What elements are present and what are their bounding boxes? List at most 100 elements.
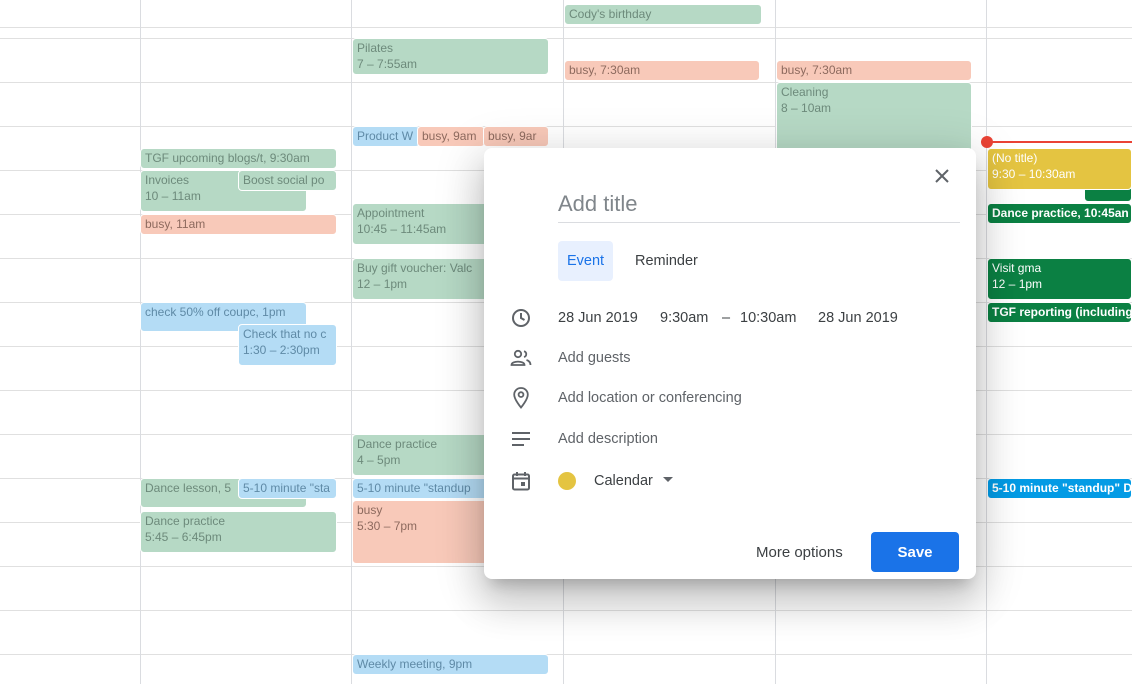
- add-description-label[interactable]: Add description: [558, 431, 658, 447]
- event-product-w[interactable]: Product W: [352, 126, 420, 147]
- event-time: , 7:30am: [805, 63, 853, 77]
- event-title: Pilates: [357, 41, 394, 55]
- event-time: , 10:45an: [1077, 206, 1129, 220]
- event-appointment[interactable]: Appointment 10:45 – 11:45am: [352, 203, 492, 245]
- more-options-button[interactable]: More options: [746, 532, 853, 572]
- event-title: Boost social po: [243, 173, 325, 187]
- event-boost-social[interactable]: Boost social po: [238, 170, 337, 191]
- event-busy[interactable]: busy, 9ar: [483, 126, 549, 147]
- event-title: busy: [569, 63, 594, 77]
- day-column-divider: [986, 0, 987, 684]
- tab-event[interactable]: Event: [558, 241, 614, 281]
- event-dance-practice[interactable]: Dance practice 5:45 – 6:45pm: [140, 511, 337, 553]
- guests-row[interactable]: Add guests: [484, 346, 976, 370]
- event-busy[interactable]: busy, 11am: [140, 214, 337, 235]
- calendar-select[interactable]: Calendar: [594, 473, 653, 489]
- event-tgf-upcoming[interactable]: TGF upcoming blogs/t, 9:30am: [140, 148, 337, 169]
- close-icon: [935, 169, 949, 183]
- save-button[interactable]: Save: [871, 532, 959, 572]
- event-weekly-meeting[interactable]: Weekly meeting, 9pm: [352, 654, 549, 675]
- current-time-line: [987, 141, 1132, 143]
- event-time: 5:30 – 7pm: [357, 519, 418, 533]
- title-input[interactable]: [558, 186, 960, 223]
- calendar-row: Calendar: [484, 469, 976, 493]
- time-separator: –: [722, 310, 731, 326]
- tab-reminder[interactable]: Reminder: [626, 241, 707, 281]
- event-busy[interactable]: busy 5:30 – 7pm: [352, 500, 492, 564]
- event-dance-practice[interactable]: Dance practice, 10:45an: [987, 203, 1132, 224]
- event-time: 10:45 – 11:45am: [357, 222, 447, 236]
- event-time: , 9pm: [442, 657, 473, 671]
- event-title: Dance practice: [992, 206, 1078, 220]
- event-title: busy: [781, 63, 806, 77]
- location-row[interactable]: Add location or conferencing: [484, 386, 976, 410]
- event-title: Buy gift voucher: Valc: [357, 261, 473, 275]
- end-time[interactable]: 10:30am: [740, 310, 796, 326]
- event-title: Visit gma: [992, 261, 1042, 275]
- event-time: , 1pm: [255, 305, 286, 319]
- current-time-dot: [981, 136, 993, 148]
- grid-line: [0, 38, 1132, 39]
- event-pilates[interactable]: Pilates 7 – 7:55am: [352, 38, 549, 75]
- grid-line: [0, 27, 1132, 28]
- event-busy[interactable]: busy, 7:30am: [564, 60, 760, 81]
- event-buy-gift-voucher[interactable]: Buy gift voucher: Valc 12 – 1pm: [352, 258, 492, 300]
- datetime-row: 28 Jun 2019 9:30am – 10:30am 28 Jun 2019: [484, 306, 976, 330]
- clock-icon: [509, 306, 533, 330]
- event-title: 5-10 minute "standup: [357, 481, 471, 495]
- event-title: Cody's birthday: [569, 7, 652, 21]
- description-row[interactable]: Add description: [484, 427, 976, 451]
- event-time: 7 – 7:55am: [357, 57, 418, 71]
- event-time: 12 – 1pm: [357, 277, 408, 291]
- event-codys-birthday[interactable]: Cody's birthday: [564, 4, 762, 25]
- event-dance-practice[interactable]: Dance practice 4 – 5pm: [352, 434, 492, 476]
- event-time: 1:30 – 2:30pm: [243, 343, 320, 357]
- event-cleaning[interactable]: Cleaning 8 – 10am: [776, 82, 972, 152]
- grid-line: [0, 610, 1132, 611]
- close-button[interactable]: [930, 164, 954, 188]
- event-standup[interactable]: 5-10 minute "sta: [238, 478, 337, 499]
- event-busy[interactable]: busy, 7:30am: [776, 60, 972, 81]
- start-time[interactable]: 9:30am: [660, 310, 708, 326]
- event-time: 12 – 1pm: [992, 277, 1043, 291]
- event-title: 5-10 minute "sta: [243, 481, 330, 495]
- event-tgf-reporting[interactable]: TGF reporting (including: [987, 302, 1132, 323]
- event-title: Dance lesson, 5: [145, 481, 232, 495]
- event-time: 8 – 10am: [781, 101, 832, 115]
- grid-line: [0, 654, 1132, 655]
- event-time: 5:45 – 6:45pm: [145, 530, 222, 544]
- event-time: 4 – 5pm: [357, 453, 401, 467]
- event-title: Appointment: [357, 206, 425, 220]
- event-time: 9:30 – 10:30am: [992, 167, 1076, 181]
- event-visit-gma[interactable]: Visit gma 12 – 1pm: [987, 258, 1132, 300]
- calendar-icon: [509, 469, 533, 493]
- event-title: Dance practice: [145, 514, 226, 528]
- event-busy[interactable]: busy, 9am: [417, 126, 485, 147]
- start-date[interactable]: 28 Jun 2019: [558, 310, 638, 326]
- caret-down-icon[interactable]: [663, 477, 673, 483]
- add-guests-label[interactable]: Add guests: [558, 350, 631, 366]
- event-time: , 9am: [446, 129, 477, 143]
- event-check-that-no[interactable]: Check that no c 1:30 – 2:30pm: [238, 324, 337, 366]
- event-time: , 7:30am: [593, 63, 641, 77]
- event-title: busy: [145, 217, 170, 231]
- event-title: Cleaning: [781, 85, 829, 99]
- event-no-title[interactable]: (No title) 9:30 – 10:30am: [987, 148, 1132, 190]
- event-title: busy: [422, 129, 447, 143]
- location-pin-icon: [509, 386, 533, 410]
- event-title: TGF reporting (including: [992, 305, 1132, 319]
- event-time: , 9:30am: [263, 151, 310, 165]
- event-standup[interactable]: 5-10 minute "standup: [352, 478, 492, 499]
- event-title: Weekly meeting: [357, 657, 443, 671]
- event-title: check 50% off coupc: [145, 305, 256, 319]
- calendar-color-dot: [558, 472, 576, 490]
- event-time: , 9ar: [512, 129, 537, 143]
- event-title: 5-10 minute "standup" D: [992, 481, 1132, 495]
- event-title: busy: [488, 129, 513, 143]
- notes-icon: [509, 427, 533, 451]
- add-location-label[interactable]: Add location or conferencing: [558, 390, 742, 406]
- event-title: TGF upcoming blogs/t: [145, 151, 264, 165]
- event-title: Check that no c: [243, 327, 327, 341]
- event-standup[interactable]: 5-10 minute "standup" D: [987, 478, 1132, 499]
- end-date[interactable]: 28 Jun 2019: [818, 310, 898, 326]
